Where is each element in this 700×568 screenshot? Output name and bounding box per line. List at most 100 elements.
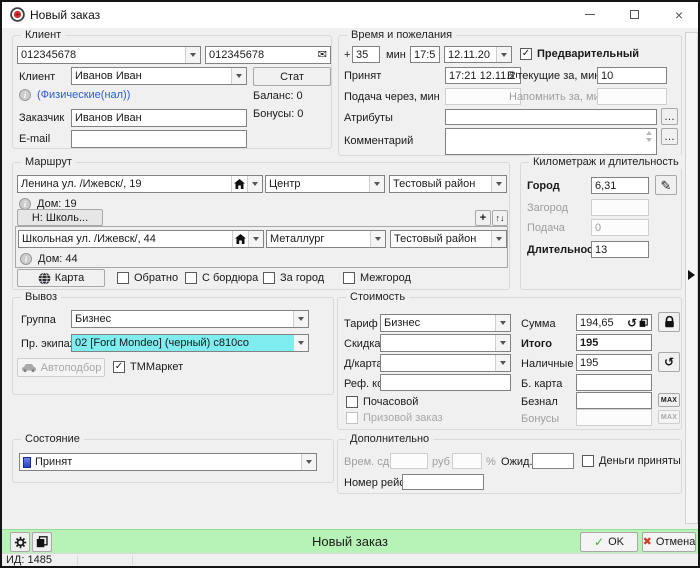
intercity-checkbox[interactable]: Межгород <box>343 272 411 284</box>
destination-tab[interactable]: Н: Школь... <box>17 209 103 226</box>
from-zone-combo[interactable]: Тестовый район <box>389 175 507 193</box>
from-address-combo[interactable]: Ленина ул. /Ижевск/, 19 <box>17 175 263 193</box>
client-name-combo[interactable]: Иванов Иван <box>71 67 247 85</box>
group-additional: Дополнительно Врем. сд. руб % Ожид. День… <box>337 439 682 494</box>
edit-distance-button[interactable] <box>655 175 677 195</box>
chevron-down-icon[interactable] <box>495 315 510 331</box>
hourly-checkbox[interactable]: Почасовой <box>346 396 418 408</box>
chevron-down-icon[interactable] <box>369 176 384 192</box>
attributes-field[interactable] <box>445 109 657 125</box>
comment-scroll[interactable] <box>646 131 653 142</box>
close-button[interactable] <box>656 2 700 27</box>
city-km-field[interactable]: 6,31 <box>591 177 649 194</box>
map-button[interactable]: Карта <box>17 269 105 287</box>
chevron-down-icon[interactable] <box>495 335 510 351</box>
cashless-field[interactable] <box>576 392 652 409</box>
to-district-combo[interactable]: Металлург <box>266 230 386 248</box>
checkbox-box[interactable]: ✓ <box>520 48 532 60</box>
to-current-field[interactable]: 10 <box>597 67 667 84</box>
expand-panel-icon[interactable] <box>688 270 695 280</box>
sum-field[interactable]: 194,65 <box>576 314 652 331</box>
time-field[interactable]: 17:57 <box>410 46 440 63</box>
offset-minutes-field[interactable]: 35 <box>352 46 380 63</box>
chevron-down-icon[interactable] <box>495 355 510 371</box>
to-address-combo[interactable]: Школьная ул. /Ижевск/, 44 <box>18 230 264 248</box>
cashless-max-button[interactable]: MAX <box>658 393 680 407</box>
cancel-button[interactable]: Отмена <box>642 532 696 552</box>
group-state: Состояние Принят <box>12 439 334 483</box>
reset-cash-button[interactable] <box>658 352 680 372</box>
total-field[interactable]: 195 <box>576 334 652 351</box>
curb-checkbox[interactable]: С бордюра <box>185 272 258 284</box>
chevron-down-icon[interactable] <box>301 454 316 470</box>
refcode-field[interactable] <box>380 374 511 391</box>
bonuses-max-button: MAX <box>658 410 680 424</box>
comment-field[interactable] <box>445 128 657 155</box>
client-category-link[interactable]: (Физические(нал)) <box>37 89 130 101</box>
lock-sum-button[interactable] <box>658 312 680 332</box>
discount-combo[interactable] <box>380 334 511 352</box>
side-panel-splitter[interactable] <box>685 32 698 524</box>
stat-button[interactable]: Стат <box>253 67 331 86</box>
bonuses-label: Бонусы <box>521 413 559 425</box>
recalc-icon[interactable] <box>627 317 637 329</box>
feed-label: Подача <box>527 222 565 234</box>
chevron-down-icon[interactable] <box>370 231 385 247</box>
date-combo[interactable]: 12.11.20 <box>444 46 512 63</box>
phone-combo[interactable]: 012345678 <box>17 46 201 64</box>
attributes-more-button[interactable]: … <box>661 108 678 125</box>
cash-field[interactable]: 195 <box>576 354 652 371</box>
back-checkbox[interactable]: Обратно <box>117 272 178 284</box>
state-combo[interactable]: Принят <box>19 453 317 471</box>
group-distance-title: Километраж и длительность <box>529 155 683 169</box>
status-separator <box>77 555 78 565</box>
chevron-down-icon[interactable] <box>247 176 262 192</box>
chevron-down-icon[interactable] <box>491 231 506 247</box>
duration-field[interactable]: 13 <box>591 241 649 258</box>
group-cost-title: Стоимость <box>346 290 409 304</box>
chevron-down-icon[interactable] <box>496 47 511 62</box>
house-icon[interactable] <box>232 231 248 247</box>
chevron-down-icon[interactable] <box>293 311 308 327</box>
crew-group-combo[interactable]: Бизнес <box>71 310 309 328</box>
chevron-down-icon[interactable] <box>231 68 246 84</box>
autoselect-button: Автоподбор <box>17 358 105 377</box>
envelope-icon[interactable] <box>318 50 327 61</box>
maximize-button[interactable] <box>612 2 656 27</box>
swap-stops-button[interactable]: ↑↓ <box>492 210 508 226</box>
customer-field[interactable]: Иванов Иван <box>71 109 247 127</box>
tariff-combo[interactable]: Бизнес <box>380 314 511 332</box>
bank-card-field[interactable] <box>576 374 652 391</box>
phone-alt-field[interactable]: 012345678 <box>205 46 331 64</box>
wait-field[interactable] <box>532 453 574 469</box>
crew-group-label: Группа <box>21 314 56 326</box>
dcard-combo[interactable] <box>380 354 511 372</box>
copy-sum-icon[interactable] <box>639 318 648 328</box>
chevron-down-icon[interactable] <box>248 231 263 247</box>
chevron-down-icon[interactable] <box>185 47 200 63</box>
close-icon <box>675 8 683 22</box>
email-field[interactable] <box>71 130 247 148</box>
minimize-button[interactable] <box>568 2 612 27</box>
suburb-label: Загород <box>527 202 568 214</box>
add-stop-button[interactable]: + <box>475 210 491 226</box>
money-accepted-checkbox[interactable]: Деньги приняты <box>582 455 681 467</box>
house-icon[interactable] <box>231 176 247 192</box>
tmmarket-checkbox[interactable]: ✓ТММаркет <box>113 361 183 373</box>
group-state-title: Состояние <box>21 432 84 446</box>
chevron-down-icon[interactable] <box>293 335 308 351</box>
from-district-combo[interactable]: Центр <box>265 175 385 193</box>
chevron-down-icon[interactable] <box>491 176 506 192</box>
to-zone-combo[interactable]: Тестовый район <box>390 230 507 248</box>
total-label: Итого <box>521 338 552 350</box>
comment-more-button[interactable]: … <box>661 128 678 145</box>
ok-button[interactable]: OK <box>580 532 638 552</box>
shift-label: Врем. сд. <box>344 456 392 468</box>
crew-combo[interactable]: 02 [Ford Mondeo] (черный) с810со <box>71 334 309 352</box>
remind-label: Напомнить за, мин <box>509 91 606 103</box>
out-of-town-checkbox[interactable]: За город <box>263 272 324 284</box>
crew-label: Пр. экипаж <box>21 338 77 350</box>
shift-rub-field <box>390 453 428 469</box>
flight-field[interactable] <box>402 474 484 490</box>
preliminary-checkbox[interactable]: ✓ Предварительный <box>520 48 639 60</box>
